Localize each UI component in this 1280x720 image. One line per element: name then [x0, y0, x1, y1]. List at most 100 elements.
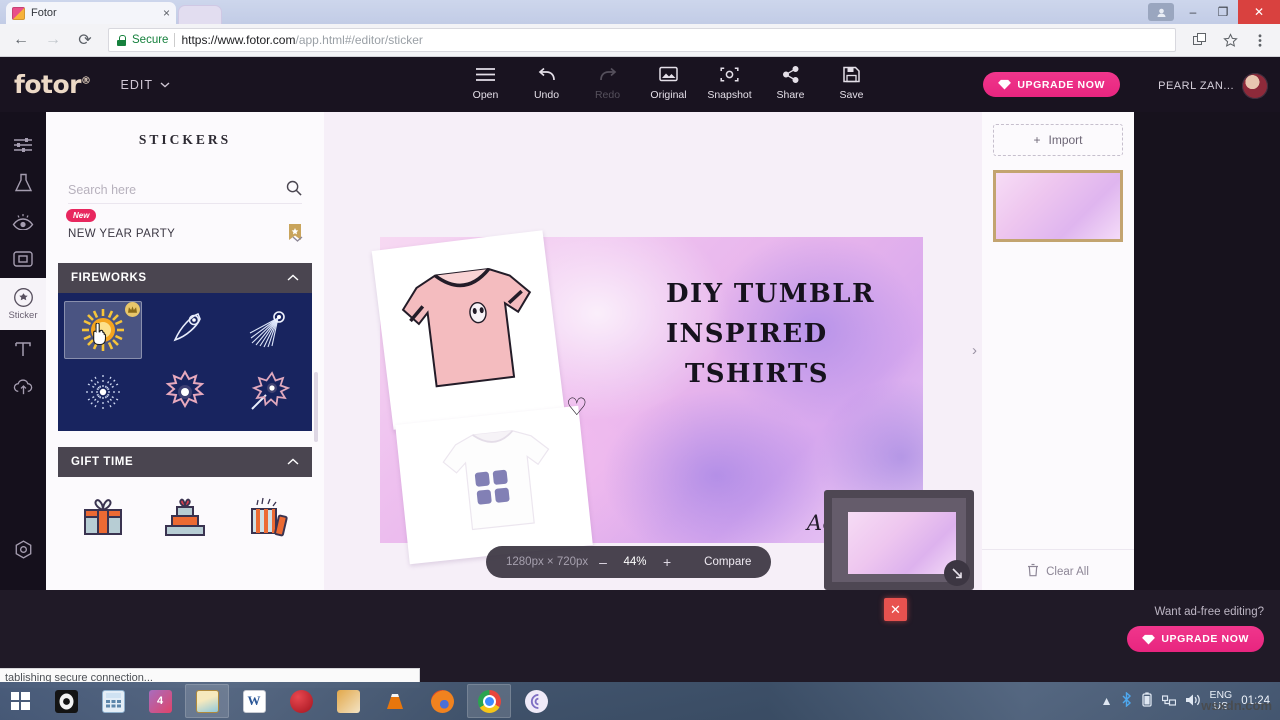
headline-line-1: DIY TUMBLR	[666, 279, 875, 309]
sticker-dot-sparkle-firework[interactable]	[64, 363, 142, 421]
rail-item-sticker[interactable]: Sticker	[0, 278, 46, 330]
photo-pink-tshirt[interactable]	[372, 230, 565, 430]
app-right-filler	[1134, 112, 1280, 590]
sticker-grid-gift-time	[58, 477, 312, 555]
taskbar-chrome-app[interactable]	[467, 684, 511, 718]
windows-start-button[interactable]	[0, 682, 40, 720]
lock-icon	[117, 35, 126, 46]
sticker-fan-burst-firework[interactable]	[228, 301, 306, 359]
tool-open[interactable]: Open	[455, 63, 516, 101]
taskbar-tomato-timer-app[interactable]	[279, 684, 323, 718]
taskbar-word-app[interactable]: W	[232, 684, 276, 718]
upgrade-now-button-ad[interactable]: UPGRADE NOW	[1127, 626, 1264, 652]
search-input[interactable]	[68, 183, 286, 197]
sticker-firecracker-pack[interactable]	[228, 487, 306, 545]
rail-item-effects[interactable]	[0, 164, 46, 202]
canvas-navigator[interactable]	[824, 490, 974, 590]
trash-icon	[1027, 563, 1039, 580]
sticker-star-burst-firework[interactable]	[146, 363, 224, 421]
taskbar-calculator-app[interactable]	[91, 684, 135, 718]
window-controls: – ❐ ✕	[1148, 0, 1280, 24]
category-label-fireworks: FIREWORKS	[71, 272, 147, 284]
taskbar-notes-app[interactable]	[185, 684, 229, 718]
featured-category-row[interactable]: New NEW YEAR PARTY	[68, 221, 302, 247]
premium-crown-icon	[125, 302, 140, 317]
ad-close-button[interactable]: ✕	[884, 598, 907, 621]
edit-menu[interactable]: EDIT	[121, 78, 170, 92]
category-header-gift-time[interactable]: GIFT TIME	[58, 447, 312, 477]
fotor-favicon	[12, 7, 25, 20]
sticker-sunburst-firework[interactable]	[64, 301, 142, 359]
taskbar-bittorrent-app[interactable]	[514, 684, 558, 718]
tool-save[interactable]: Save	[821, 63, 882, 101]
taskbar-firefox-app[interactable]	[420, 684, 464, 718]
bookmark-star-icon[interactable]	[1218, 28, 1242, 52]
sticker-stacked-gifts[interactable]	[146, 487, 224, 545]
heart-decoration: ♡	[566, 393, 588, 422]
sticker-comet-firework[interactable]	[146, 301, 224, 359]
chrome-menu-icon[interactable]	[1248, 28, 1272, 52]
tool-undo[interactable]: Undo	[516, 63, 577, 101]
resize-arrow-icon[interactable]	[944, 560, 970, 586]
chevron-down-icon[interactable]	[292, 235, 303, 246]
app-header: fotor® EDIT Open Undo	[0, 57, 1280, 112]
diamond-icon	[1142, 634, 1155, 645]
tool-redo[interactable]: Redo	[577, 63, 638, 101]
upgrade-now-button-header[interactable]: UPGRADE NOW	[983, 72, 1120, 97]
next-panel-arrow-icon[interactable]: ›	[972, 342, 977, 359]
tool-share[interactable]: Share	[760, 63, 821, 101]
search-icon[interactable]	[286, 180, 302, 200]
rail-item-frames[interactable]	[0, 240, 46, 278]
maximize-button[interactable]: ❐	[1208, 0, 1238, 24]
rail-item-upload[interactable]	[0, 368, 46, 406]
browser-tab-fotor[interactable]: Fotor ×	[6, 2, 176, 24]
forward-icon[interactable]: →	[40, 27, 66, 53]
profile-icon[interactable]	[1148, 3, 1174, 21]
logo-text: fotor	[14, 70, 81, 99]
sticker-gift-box-bow[interactable]	[64, 487, 142, 545]
new-badge: New	[66, 209, 96, 222]
taskbar-webcam-app[interactable]	[44, 684, 88, 718]
fotor-logo[interactable]: fotor®	[14, 70, 91, 99]
bluetooth-icon[interactable]	[1121, 692, 1132, 710]
sticker-rocket-star-firework[interactable]	[228, 363, 306, 421]
address-bar[interactable]: Secure https://www.fotor.com/app.html#/e…	[108, 28, 1176, 52]
fotor-app: fotor® EDIT Open Undo	[0, 57, 1280, 590]
taskbar-media-player-app[interactable]: 4	[138, 684, 182, 718]
taskbar-video-editor-app[interactable]	[326, 684, 370, 718]
volume-icon[interactable]	[1185, 693, 1200, 710]
battery-icon[interactable]	[1141, 692, 1153, 710]
save-disk-icon	[843, 63, 860, 85]
show-hidden-icons-icon[interactable]: ▲	[1101, 694, 1113, 708]
compare-button[interactable]: Compare	[704, 556, 751, 568]
back-icon[interactable]: ←	[8, 27, 34, 53]
tool-snapshot[interactable]: Snapshot	[699, 63, 760, 101]
tool-original[interactable]: Original	[638, 63, 699, 101]
rail-item-text[interactable]	[0, 330, 46, 368]
user-account[interactable]: PEARL ZAN...	[1158, 73, 1268, 99]
canvas-dimensions: 1280px × 720px	[506, 556, 588, 568]
clear-all-button[interactable]: Clear All	[982, 549, 1134, 580]
window-close-button[interactable]: ✕	[1238, 0, 1280, 24]
minimize-button[interactable]: –	[1178, 0, 1208, 24]
taskbar-vlc-app[interactable]	[373, 684, 417, 718]
rail-item-beauty[interactable]	[0, 202, 46, 240]
zoom-in-button[interactable]: +	[652, 554, 682, 570]
layer-thumbnail[interactable]	[993, 170, 1123, 242]
url-text: https://www.fotor.com/app.html#/editor/s…	[181, 33, 422, 47]
reload-icon[interactable]: ⟳	[72, 27, 98, 53]
photo-white-tshirt[interactable]	[395, 406, 593, 564]
panel-title: STICKERS	[46, 112, 324, 148]
category-header-fireworks[interactable]: FIREWORKS	[58, 263, 312, 293]
sliders-icon	[13, 137, 33, 153]
close-icon[interactable]: ×	[163, 7, 170, 19]
translate-icon[interactable]	[1188, 28, 1212, 52]
new-tab-ghost[interactable]	[178, 5, 222, 24]
featured-category-label: NEW YEAR PARTY	[68, 228, 175, 240]
panel-scrollbar[interactable]	[314, 372, 318, 442]
import-button[interactable]: + Import	[993, 124, 1123, 156]
network-icon[interactable]	[1162, 692, 1176, 710]
rail-item-settings[interactable]	[0, 530, 46, 568]
rail-item-adjust[interactable]	[0, 126, 46, 164]
zoom-out-button[interactable]: –	[588, 554, 618, 570]
